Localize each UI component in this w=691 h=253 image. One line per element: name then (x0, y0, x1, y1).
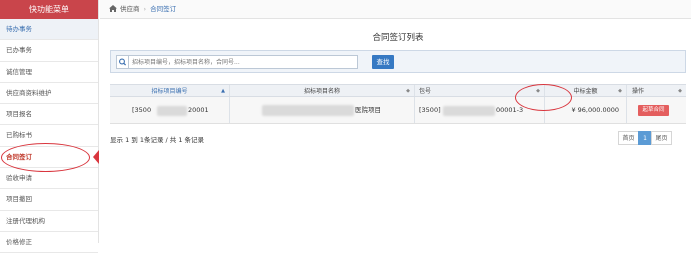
table-summary: 显示 1 到 1条记录 / 共 1 条记录 (110, 136, 205, 144)
amount-value: ¥ 96,000.0000 (571, 106, 619, 114)
contract-panel: 合同签订列表 查找 招标项目编号 ▲ 招标项目名称 ◆ 包号 ◆ 中标金额 ◆ 操作 ◆ … (110, 27, 686, 157)
sidebar-item-supplier-info[interactable]: 供应商资料维护 (0, 82, 98, 105)
home-icon[interactable] (109, 1, 117, 12)
sort-asc-icon[interactable]: ▲ (221, 85, 225, 96)
sidebar-item-registration[interactable]: 项目报名 (0, 104, 98, 126)
col-project-name-label: 招标项目名称 (303, 88, 340, 95)
col-project-no-label: 招标项目编号 (151, 88, 188, 95)
sort-icon[interactable]: ◆ (618, 85, 622, 96)
sidebar-item-withdraw[interactable]: 项目撤回 (0, 189, 98, 211)
col-amount-label: 中标金额 (573, 88, 598, 95)
sidebar-item-price-fix[interactable]: 价格修正 (0, 231, 98, 253)
redaction-mask (262, 105, 354, 116)
package-prefix: [3500] (419, 106, 441, 114)
cell-project-no: [3500 20001 (110, 97, 230, 123)
contract-table: 招标项目编号 ▲ 招标项目名称 ◆ 包号 ◆ 中标金额 ◆ 操作 ◆ [3500 2000… (110, 84, 686, 124)
breadcrumb-separator: › (143, 5, 147, 13)
search-button[interactable]: 查找 (372, 55, 394, 69)
col-project-name[interactable]: 招标项目名称 ◆ (230, 85, 415, 96)
col-project-no[interactable]: 招标项目编号 ▲ (110, 85, 230, 96)
cell-project-name: 医院项目 (230, 97, 415, 123)
project-no-suffix: 20001 (188, 106, 209, 114)
sidebar-item-credit[interactable]: 诚信管理 (0, 61, 98, 83)
col-action-label: 操作 (632, 88, 645, 95)
breadcrumb: 供应商 › 合同签订 (100, 0, 691, 19)
search-bar: 查找 (110, 50, 686, 73)
sidebar-item-agency[interactable]: 注册代理机构 (0, 210, 98, 232)
page-title: 合同签订列表 (372, 33, 424, 43)
col-package-label: 包号 (419, 88, 432, 95)
project-name-suffix: 医院项目 (355, 106, 381, 114)
table-row[interactable]: [3500 20001 医院项目 [3500] 00001-3 ¥ 96,000… (110, 97, 686, 124)
sort-icon[interactable]: ◆ (678, 85, 682, 96)
draft-contract-button[interactable]: 起草合同 (638, 105, 669, 116)
search-input[interactable] (128, 55, 358, 69)
redaction-mask (443, 106, 495, 116)
breadcrumb-current: 合同签订 (150, 5, 177, 13)
annotation-arrow (93, 150, 99, 164)
sidebar-header: 快功能菜单 (0, 0, 98, 19)
sort-icon[interactable]: ◆ (406, 85, 410, 96)
cell-action: 起草合同 (627, 97, 686, 123)
table-header: 招标项目编号 ▲ 招标项目名称 ◆ 包号 ◆ 中标金额 ◆ 操作 ◆ (110, 84, 686, 97)
annotation-ellipse-sidebar (1, 143, 90, 172)
pagination-page-1[interactable]: 1 (638, 131, 652, 145)
breadcrumb-home[interactable]: 供应商 (120, 5, 140, 13)
pagination: 首页 1 尾页 (618, 131, 672, 145)
annotation-ellipse-button (515, 84, 572, 111)
pagination-first[interactable]: 首页 (618, 131, 639, 145)
sidebar-item-todo[interactable]: 待办事务 (0, 19, 98, 41)
pagination-last[interactable]: 尾页 (651, 131, 672, 145)
sidebar: 快功能菜单 待办事务 已办事务 诚信管理 供应商资料维护 项目报名 已购标书 合… (0, 0, 99, 253)
col-action: 操作 ◆ (627, 85, 686, 96)
redaction-mask (157, 106, 187, 116)
project-no-prefix: [3500 (132, 106, 152, 114)
sidebar-item-done[interactable]: 已办事务 (0, 40, 98, 62)
